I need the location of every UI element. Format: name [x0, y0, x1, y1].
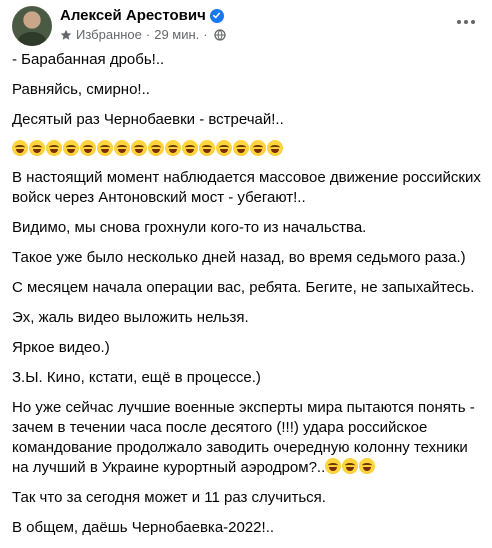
author-name[interactable]: Алексей Арестович [60, 7, 206, 24]
laughing-emoji-icon [216, 140, 232, 156]
post-paragraph-with-emojis: Но уже сейчас лучшие военные эксперты ми… [12, 398, 482, 478]
laughing-emoji-icon [359, 458, 376, 474]
facebook-post: Алексей Арестович Избранное · 29 мин. · … [0, 0, 492, 536]
post-paragraph: Эх, жаль видео выложить нельзя. [12, 309, 249, 326]
post-paragraph: - Барабанная дробь!.. [12, 51, 165, 68]
laughing-emoji-icon [182, 140, 198, 156]
post-paragraph: Десятый раз Чернобаевки - встречай!.. [12, 111, 284, 128]
laughing-emoji-icon [325, 458, 342, 474]
laughing-emoji-icon [148, 140, 164, 156]
emoji-row [12, 140, 482, 158]
laughing-emoji-icon [131, 140, 147, 156]
laughing-emoji-icon [165, 140, 181, 156]
laughing-emoji-icon [114, 140, 130, 156]
inline-emoji-group [325, 458, 376, 474]
laughing-emoji-icon [267, 140, 283, 156]
laughing-emoji-icon [12, 140, 28, 156]
post-paragraph: Такое уже было несколько дней назад, во … [12, 249, 466, 266]
laughing-emoji-icon [29, 140, 45, 156]
post-header: Алексей Арестович Избранное · 29 мин. · [12, 6, 480, 46]
post-timestamp[interactable]: 29 мин. [154, 27, 199, 42]
post-paragraph: Так что за сегодня может и 11 раз случит… [12, 489, 326, 506]
star-icon [60, 29, 72, 40]
meta-separator-2: · [203, 27, 208, 42]
post-paragraph: Видимо, мы снова грохнули кого-то из нач… [12, 219, 367, 236]
post-paragraph: З.Ы. Кино, кстати, ещё в процессе.) [12, 369, 261, 386]
globe-icon [213, 28, 226, 41]
post-paragraph: Но уже сейчас лучшие военные эксперты ми… [12, 399, 475, 476]
avatar[interactable] [12, 6, 52, 46]
more-options-icon[interactable] [452, 8, 480, 36]
laughing-emoji-icon [199, 140, 215, 156]
post-meta: Избранное · 29 мин. · [60, 27, 226, 42]
audience-label[interactable]: Избранное [76, 27, 142, 42]
laughing-emoji-icon [80, 140, 96, 156]
verified-badge-icon [209, 8, 224, 23]
post-body: - Барабанная дробь!.. Равняйсь, смирно!.… [12, 50, 482, 548]
post-paragraph: В общем, даёшь Чернобаевка-2022!.. [12, 519, 275, 536]
laughing-emoji-icon [46, 140, 62, 156]
post-paragraph: Равняйсь, смирно!.. [12, 81, 150, 98]
laughing-emoji-icon [97, 140, 113, 156]
laughing-emoji-icon [342, 458, 359, 474]
laughing-emoji-icon [250, 140, 266, 156]
post-paragraph: С месяцем начала операции вас, ребята. Б… [12, 279, 475, 296]
laughing-emoji-icon [233, 140, 249, 156]
meta-separator: · [145, 27, 151, 42]
author-row: Алексей Арестович [60, 7, 224, 24]
laughing-emoji-icon [63, 140, 79, 156]
post-paragraph: Яркое видео.) [12, 339, 110, 356]
post-paragraph: В настоящий момент наблюдается массовое … [12, 169, 481, 206]
